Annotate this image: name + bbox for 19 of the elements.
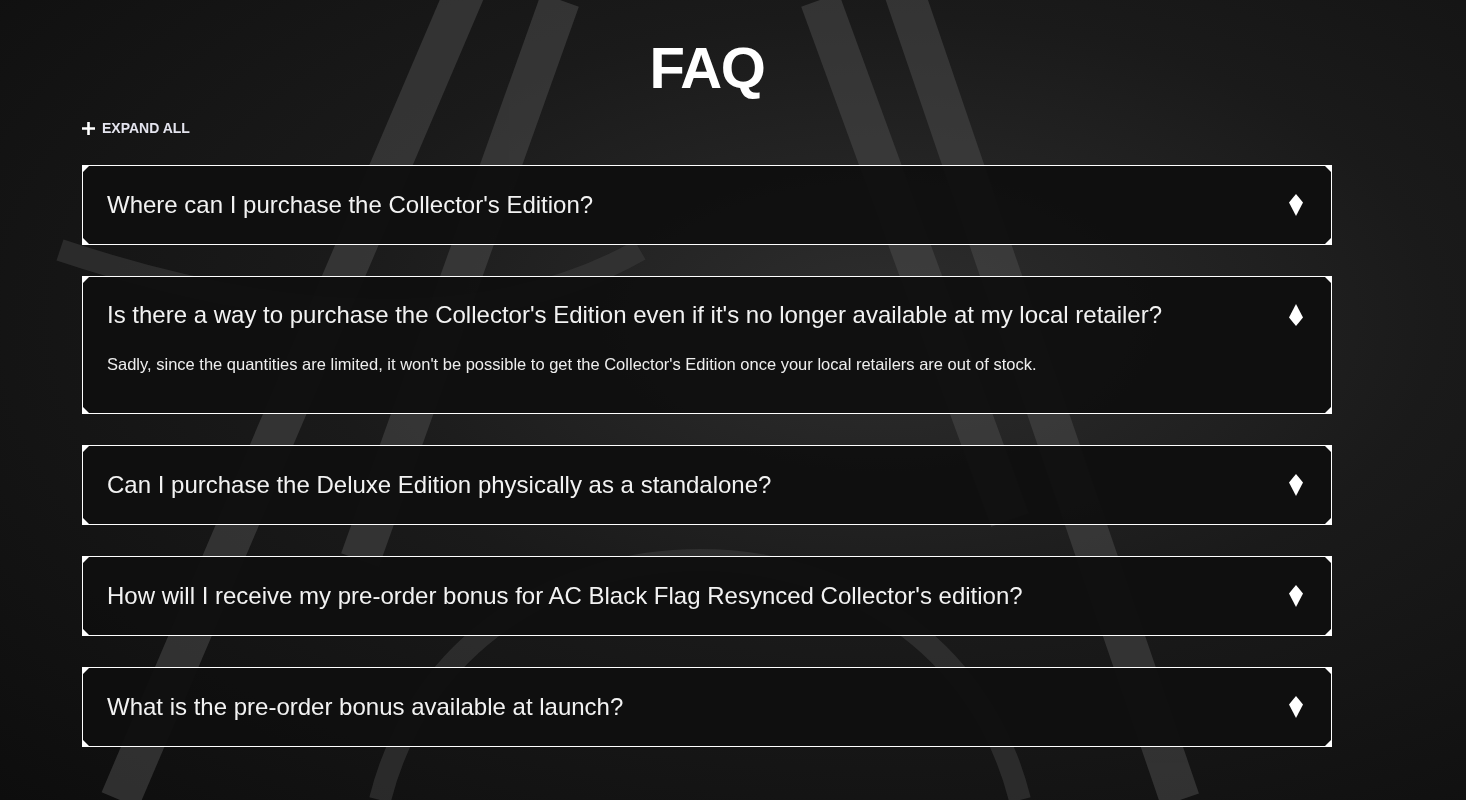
page-title: FAQ bbox=[649, 34, 765, 102]
faq-question-header[interactable]: Can I purchase the Deluxe Edition physically as a standalone? bbox=[83, 446, 1331, 524]
diamond-icon bbox=[1289, 194, 1303, 216]
plus-icon bbox=[82, 121, 95, 135]
faq-question-header[interactable]: Is there a way to purchase the Collector's Edition even if it's no longer available at my local retailer? bbox=[83, 277, 1331, 353]
expand-all-button[interactable]: EXPAND ALL bbox=[82, 119, 190, 137]
faq-question: Can I purchase the Deluxe Edition physically as a standalone? bbox=[107, 470, 772, 500]
faq-question: What is the pre-order bonus available at launch? bbox=[107, 692, 624, 722]
faq-question-header[interactable]: What is the pre-order bonus available at launch? bbox=[83, 668, 1331, 746]
diamond-icon bbox=[1289, 304, 1303, 326]
faq-question-header[interactable]: Where can I purchase the Collector's Edition? bbox=[83, 166, 1331, 244]
faq-question: Where can I purchase the Collector's Edition? bbox=[107, 190, 594, 220]
faq-question: Is there a way to purchase the Collector's Edition even if it's no longer available at my local retailer? bbox=[107, 300, 1163, 330]
diamond-icon bbox=[1289, 696, 1303, 718]
faq-question: How will I receive my pre-order bonus for AC Black Flag Resynced Collector's edition? bbox=[107, 581, 1023, 611]
faq-question-header[interactable]: How will I receive my pre-order bonus for AC Black Flag Resynced Collector's edition? bbox=[83, 557, 1331, 635]
faq-answer: Sadly, since the quantities are limited, it won't be possible to get the Collector's Edition once your local retailers are out of stock. bbox=[107, 354, 1038, 375]
diamond-icon bbox=[1289, 585, 1303, 607]
diamond-icon bbox=[1289, 474, 1303, 496]
